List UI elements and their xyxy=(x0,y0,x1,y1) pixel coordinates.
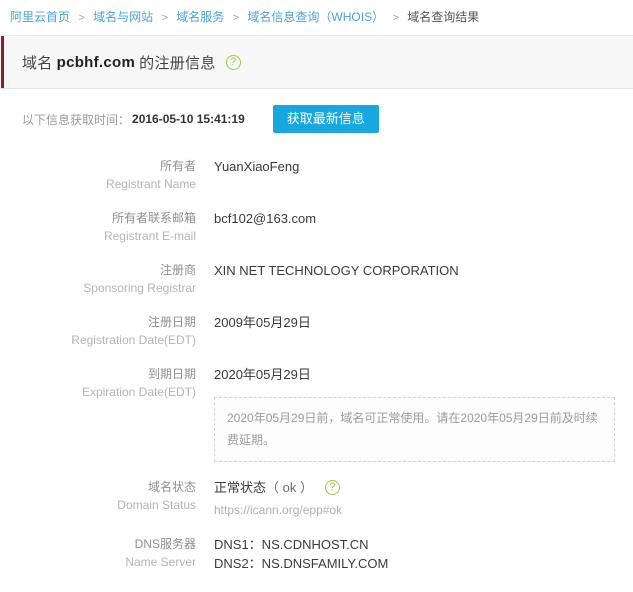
row-value: YuanXiaoFeng xyxy=(196,157,633,176)
row-value: 2009年05月29日 xyxy=(196,313,633,332)
breadcrumb-separator: > xyxy=(387,12,403,24)
breadcrumb-item-home[interactable]: 阿里云首页 xyxy=(10,10,70,24)
breadcrumb-item-current: 域名查询结果 xyxy=(407,10,479,24)
row-label: 到期日期 Expiration Date(EDT) xyxy=(0,365,196,401)
row-label: 注册商 Sponsoring Registrar xyxy=(0,261,196,297)
row-label: 所有者 Registrant Name xyxy=(0,157,196,193)
row-label-en: Name Server xyxy=(0,553,196,571)
row-label: 域名状态 Domain Status xyxy=(0,478,196,514)
domain-status-url[interactable]: https://icann.org/epp#ok xyxy=(214,501,633,519)
table-row-registration-date: 注册日期 Registration Date(EDT) 2009年05月29日 xyxy=(0,313,633,349)
refresh-info-button[interactable]: 获取最新信息 xyxy=(273,105,379,133)
row-label-en: Registrant Name xyxy=(0,175,196,193)
row-label-cn: 注册商 xyxy=(0,261,196,279)
sponsoring-registrar-value: XIN NET TECHNOLOGY CORPORATION xyxy=(214,261,633,280)
row-label-cn: DNS服务器 xyxy=(0,535,196,553)
whois-info-table: 所有者 Registrant Name YuanXiaoFeng 所有者联系邮箱… xyxy=(0,157,633,573)
status-help-question-icon[interactable]: ? xyxy=(325,480,340,495)
domain-status-line: 正常状态 （ ok ） ? xyxy=(214,478,633,497)
row-label-cn: 域名状态 xyxy=(0,478,196,496)
registrant-name-value: YuanXiaoFeng xyxy=(214,157,633,176)
breadcrumb-separator: > xyxy=(228,12,244,24)
row-value: bcf102@163.com xyxy=(196,209,633,228)
expiration-notice-box: 2020年05月29日前，域名可正常使用。请在2020年05月29日前及时续费延… xyxy=(214,397,615,462)
row-label-cn: 所有者联系邮箱 xyxy=(0,209,196,227)
page-title-suffix: 的注册信息 xyxy=(139,52,216,73)
row-label-en: Expiration Date(EDT) xyxy=(0,383,196,401)
table-row-registrant-name: 所有者 Registrant Name YuanXiaoFeng xyxy=(0,157,633,193)
breadcrumb-item-domains-websites[interactable]: 域名与网站 xyxy=(93,10,153,24)
row-label-en: Registrant E-mail xyxy=(0,227,196,245)
registrant-email-value: bcf102@163.com xyxy=(214,209,633,228)
domain-status-code: （ ok ） xyxy=(266,478,313,497)
domain-status-value: 正常状态 xyxy=(214,478,266,497)
row-value: DNS1：NS.CDNHOST.CN DNS2：NS.DNSFAMILY.COM xyxy=(196,535,633,573)
table-row-expiration-date: 到期日期 Expiration Date(EDT) 2020年05月29日 20… xyxy=(0,365,633,462)
title-accent-bar xyxy=(1,36,4,88)
breadcrumb-separator: > xyxy=(157,12,173,24)
row-value: 2020年05月29日 2020年05月29日前，域名可正常使用。请在2020年… xyxy=(196,365,633,462)
page-title-domain: pcbhf.com xyxy=(53,54,140,71)
page-title-bar: 域名 pcbhf.com 的注册信息 ? xyxy=(0,35,633,89)
row-label: 注册日期 Registration Date(EDT) xyxy=(0,313,196,349)
help-question-icon[interactable]: ? xyxy=(226,55,241,70)
fetch-time-label: 以下信息获取时间： xyxy=(22,111,130,128)
row-label: 所有者联系邮箱 Registrant E-mail xyxy=(0,209,196,245)
row-label: DNS服务器 Name Server xyxy=(0,535,196,571)
row-label-en: Registration Date(EDT) xyxy=(0,331,196,349)
table-row-registrant-email: 所有者联系邮箱 Registrant E-mail bcf102@163.com xyxy=(0,209,633,245)
row-value: 正常状态 （ ok ） ? https://icann.org/epp#ok xyxy=(196,478,633,519)
row-label-cn: 注册日期 xyxy=(0,313,196,331)
breadcrumb-item-domain-service[interactable]: 域名服务 xyxy=(176,10,224,24)
row-label-cn: 所有者 xyxy=(0,157,196,175)
breadcrumb: 阿里云首页 > 域名与网站 > 域名服务 > 域名信息查询（WHOIS） > 域… xyxy=(0,0,633,28)
row-label-en: Domain Status xyxy=(0,496,196,514)
row-value: XIN NET TECHNOLOGY CORPORATION xyxy=(196,261,633,280)
row-label-cn: 到期日期 xyxy=(0,365,196,383)
registration-date-value: 2009年05月29日 xyxy=(214,313,633,332)
table-row-domain-status: 域名状态 Domain Status 正常状态 （ ok ） ? https:/… xyxy=(0,478,633,519)
fetch-time-row: 以下信息获取时间： 2016-05-10 15:41:19 获取最新信息 xyxy=(0,89,633,133)
expiration-date-value: 2020年05月29日 xyxy=(214,365,633,384)
fetch-time-value: 2016-05-10 15:41:19 xyxy=(132,112,245,126)
breadcrumb-separator: > xyxy=(73,12,89,24)
page-title-prefix: 域名 xyxy=(22,52,53,73)
page-title: 域名 pcbhf.com 的注册信息 ? xyxy=(0,52,241,73)
table-row-name-server: DNS服务器 Name Server DNS1：NS.CDNHOST.CN DN… xyxy=(0,535,633,573)
table-row-sponsoring-registrar: 注册商 Sponsoring Registrar XIN NET TECHNOL… xyxy=(0,261,633,297)
breadcrumb-item-whois[interactable]: 域名信息查询（WHOIS） xyxy=(247,10,384,24)
name-server-dns1: DNS1：NS.CDNHOST.CN xyxy=(214,535,633,554)
name-server-dns2: DNS2：NS.DNSFAMILY.COM xyxy=(214,554,633,573)
row-label-en: Sponsoring Registrar xyxy=(0,279,196,297)
